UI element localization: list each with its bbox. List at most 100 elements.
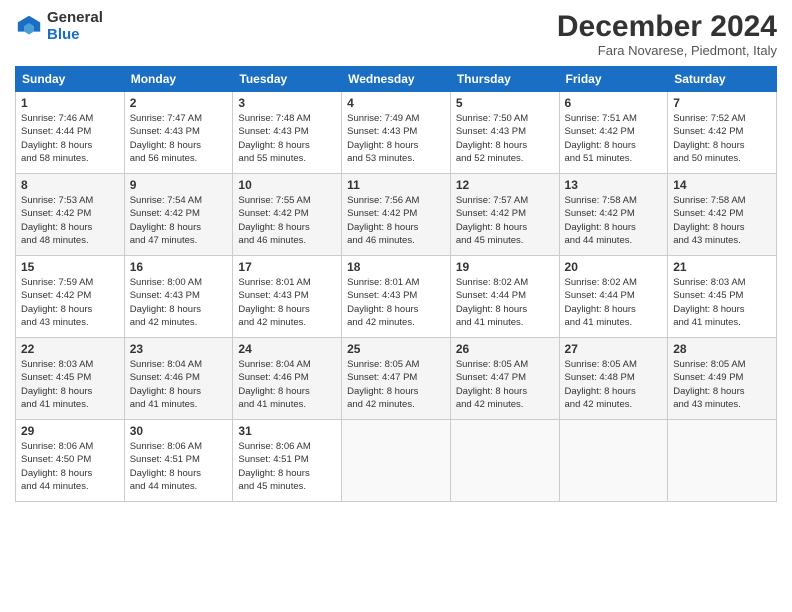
- day-info: Sunrise: 8:04 AMSunset: 4:46 PMDaylight:…: [238, 359, 310, 410]
- day-info: Sunrise: 7:52 AMSunset: 4:42 PMDaylight:…: [673, 113, 745, 164]
- day-number: 23: [130, 342, 228, 356]
- day-number: 24: [238, 342, 336, 356]
- day-number: 26: [456, 342, 554, 356]
- day-number: 6: [565, 96, 663, 110]
- table-cell: 27 Sunrise: 8:05 AMSunset: 4:48 PMDaylig…: [559, 338, 668, 420]
- table-row: 1 Sunrise: 7:46 AMSunset: 4:44 PMDayligh…: [16, 92, 777, 174]
- table-cell: 14 Sunrise: 7:58 AMSunset: 4:42 PMDaylig…: [668, 174, 777, 256]
- day-info: Sunrise: 7:51 AMSunset: 4:42 PMDaylight:…: [565, 113, 637, 164]
- day-info: Sunrise: 8:03 AMSunset: 4:45 PMDaylight:…: [21, 359, 93, 410]
- col-friday: Friday: [559, 67, 668, 92]
- day-number: 30: [130, 424, 228, 438]
- day-number: 17: [238, 260, 336, 274]
- day-info: Sunrise: 7:47 AMSunset: 4:43 PMDaylight:…: [130, 113, 202, 164]
- table-cell: 25 Sunrise: 8:05 AMSunset: 4:47 PMDaylig…: [342, 338, 451, 420]
- day-info: Sunrise: 8:00 AMSunset: 4:43 PMDaylight:…: [130, 277, 202, 328]
- col-tuesday: Tuesday: [233, 67, 342, 92]
- table-cell: 17 Sunrise: 8:01 AMSunset: 4:43 PMDaylig…: [233, 256, 342, 338]
- table-cell: 20 Sunrise: 8:02 AMSunset: 4:44 PMDaylig…: [559, 256, 668, 338]
- table-cell: 8 Sunrise: 7:53 AMSunset: 4:42 PMDayligh…: [16, 174, 125, 256]
- table-cell: 12 Sunrise: 7:57 AMSunset: 4:42 PMDaylig…: [450, 174, 559, 256]
- col-sunday: Sunday: [16, 67, 125, 92]
- table-cell: 11 Sunrise: 7:56 AMSunset: 4:42 PMDaylig…: [342, 174, 451, 256]
- calendar-table: Sunday Monday Tuesday Wednesday Thursday…: [15, 66, 777, 502]
- table-cell: 23 Sunrise: 8:04 AMSunset: 4:46 PMDaylig…: [124, 338, 233, 420]
- table-row: 8 Sunrise: 7:53 AMSunset: 4:42 PMDayligh…: [16, 174, 777, 256]
- day-number: 31: [238, 424, 336, 438]
- day-info: Sunrise: 7:58 AMSunset: 4:42 PMDaylight:…: [565, 195, 637, 246]
- day-number: 19: [456, 260, 554, 274]
- table-cell: 24 Sunrise: 8:04 AMSunset: 4:46 PMDaylig…: [233, 338, 342, 420]
- day-number: 12: [456, 178, 554, 192]
- table-cell: 5 Sunrise: 7:50 AMSunset: 4:43 PMDayligh…: [450, 92, 559, 174]
- table-cell: 6 Sunrise: 7:51 AMSunset: 4:42 PMDayligh…: [559, 92, 668, 174]
- day-number: 2: [130, 96, 228, 110]
- day-number: 25: [347, 342, 445, 356]
- table-cell: [342, 420, 451, 502]
- day-number: 3: [238, 96, 336, 110]
- table-cell: 31 Sunrise: 8:06 AMSunset: 4:51 PMDaylig…: [233, 420, 342, 502]
- day-number: 13: [565, 178, 663, 192]
- day-number: 18: [347, 260, 445, 274]
- table-cell: 9 Sunrise: 7:54 AMSunset: 4:42 PMDayligh…: [124, 174, 233, 256]
- month-title: December 2024: [557, 10, 777, 43]
- table-cell: 10 Sunrise: 7:55 AMSunset: 4:42 PMDaylig…: [233, 174, 342, 256]
- day-number: 1: [21, 96, 119, 110]
- day-info: Sunrise: 8:05 AMSunset: 4:48 PMDaylight:…: [565, 359, 637, 410]
- table-row: 29 Sunrise: 8:06 AMSunset: 4:50 PMDaylig…: [16, 420, 777, 502]
- table-cell: [668, 420, 777, 502]
- day-info: Sunrise: 7:50 AMSunset: 4:43 PMDaylight:…: [456, 113, 528, 164]
- table-row: 15 Sunrise: 7:59 AMSunset: 4:42 PMDaylig…: [16, 256, 777, 338]
- table-cell: 21 Sunrise: 8:03 AMSunset: 4:45 PMDaylig…: [668, 256, 777, 338]
- table-cell: 1 Sunrise: 7:46 AMSunset: 4:44 PMDayligh…: [16, 92, 125, 174]
- day-info: Sunrise: 7:59 AMSunset: 4:42 PMDaylight:…: [21, 277, 93, 328]
- table-cell: [559, 420, 668, 502]
- col-saturday: Saturday: [668, 67, 777, 92]
- table-cell: 4 Sunrise: 7:49 AMSunset: 4:43 PMDayligh…: [342, 92, 451, 174]
- day-info: Sunrise: 8:02 AMSunset: 4:44 PMDaylight:…: [456, 277, 528, 328]
- col-thursday: Thursday: [450, 67, 559, 92]
- day-info: Sunrise: 8:04 AMSunset: 4:46 PMDaylight:…: [130, 359, 202, 410]
- day-info: Sunrise: 8:05 AMSunset: 4:47 PMDaylight:…: [347, 359, 419, 410]
- day-info: Sunrise: 8:05 AMSunset: 4:47 PMDaylight:…: [456, 359, 528, 410]
- day-number: 20: [565, 260, 663, 274]
- title-block: December 2024 Fara Novarese, Piedmont, I…: [557, 10, 777, 58]
- day-info: Sunrise: 8:06 AMSunset: 4:51 PMDaylight:…: [238, 441, 310, 492]
- day-number: 22: [21, 342, 119, 356]
- day-number: 4: [347, 96, 445, 110]
- day-info: Sunrise: 7:56 AMSunset: 4:42 PMDaylight:…: [347, 195, 419, 246]
- day-number: 16: [130, 260, 228, 274]
- col-monday: Monday: [124, 67, 233, 92]
- table-cell: 22 Sunrise: 8:03 AMSunset: 4:45 PMDaylig…: [16, 338, 125, 420]
- day-number: 10: [238, 178, 336, 192]
- day-info: Sunrise: 8:05 AMSunset: 4:49 PMDaylight:…: [673, 359, 745, 410]
- day-info: Sunrise: 8:06 AMSunset: 4:51 PMDaylight:…: [130, 441, 202, 492]
- day-number: 8: [21, 178, 119, 192]
- header: General Blue December 2024 Fara Novarese…: [15, 10, 777, 58]
- day-info: Sunrise: 8:06 AMSunset: 4:50 PMDaylight:…: [21, 441, 93, 492]
- logo-blue: Blue: [47, 26, 80, 43]
- table-cell: 30 Sunrise: 8:06 AMSunset: 4:51 PMDaylig…: [124, 420, 233, 502]
- table-cell: [450, 420, 559, 502]
- day-number: 28: [673, 342, 771, 356]
- table-cell: 2 Sunrise: 7:47 AMSunset: 4:43 PMDayligh…: [124, 92, 233, 174]
- day-number: 9: [130, 178, 228, 192]
- table-cell: 3 Sunrise: 7:48 AMSunset: 4:43 PMDayligh…: [233, 92, 342, 174]
- day-number: 29: [21, 424, 119, 438]
- day-info: Sunrise: 7:46 AMSunset: 4:44 PMDaylight:…: [21, 113, 93, 164]
- day-info: Sunrise: 7:58 AMSunset: 4:42 PMDaylight:…: [673, 195, 745, 246]
- table-cell: 19 Sunrise: 8:02 AMSunset: 4:44 PMDaylig…: [450, 256, 559, 338]
- day-number: 15: [21, 260, 119, 274]
- day-info: Sunrise: 7:48 AMSunset: 4:43 PMDaylight:…: [238, 113, 310, 164]
- table-cell: 18 Sunrise: 8:01 AMSunset: 4:43 PMDaylig…: [342, 256, 451, 338]
- header-row: Sunday Monday Tuesday Wednesday Thursday…: [16, 67, 777, 92]
- day-info: Sunrise: 8:03 AMSunset: 4:45 PMDaylight:…: [673, 277, 745, 328]
- day-info: Sunrise: 8:01 AMSunset: 4:43 PMDaylight:…: [347, 277, 419, 328]
- day-number: 27: [565, 342, 663, 356]
- logo: General Blue: [15, 10, 103, 43]
- table-cell: 29 Sunrise: 8:06 AMSunset: 4:50 PMDaylig…: [16, 420, 125, 502]
- logo-text: General Blue: [47, 10, 103, 43]
- day-info: Sunrise: 7:53 AMSunset: 4:42 PMDaylight:…: [21, 195, 93, 246]
- logo-icon: [15, 13, 43, 41]
- table-cell: 28 Sunrise: 8:05 AMSunset: 4:49 PMDaylig…: [668, 338, 777, 420]
